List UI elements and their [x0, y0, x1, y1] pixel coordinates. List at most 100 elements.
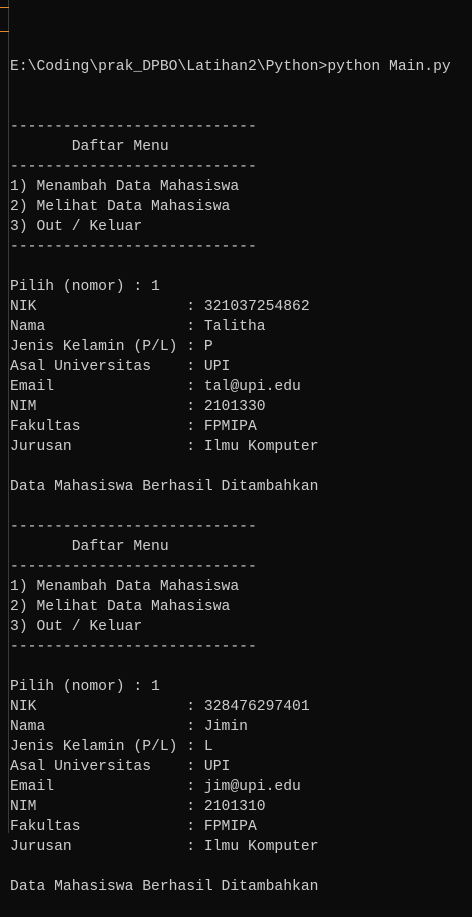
choice-prompt: Pilih (nomor) : — [10, 679, 152, 695]
field-label: Jurusan — [10, 839, 72, 855]
field-label: Jurusan — [10, 439, 72, 455]
menu-item: 1) Menambah Data Mahasiswa — [10, 577, 451, 597]
separator: ---------------------------- — [10, 119, 257, 135]
field-row: Email : tal@upi.edu — [10, 377, 451, 397]
menu-title: Daftar Menu — [71, 539, 169, 555]
field-row: Asal Universitas : UPI — [10, 357, 451, 377]
field-label: Nama — [10, 719, 46, 735]
success-text: Data Mahasiswa Berhasil Ditambahkan — [10, 479, 319, 495]
field-row: Email : jim@upi.edu — [10, 777, 451, 797]
success-message: Data Mahasiswa Berhasil Ditambahkan — [10, 877, 451, 897]
menu-item-label: 2) Melihat Data Mahasiswa — [10, 199, 231, 215]
pad: : — [71, 839, 204, 855]
pad: : — [54, 779, 204, 795]
command: python Main.py — [327, 59, 451, 75]
pad: : — [54, 379, 204, 395]
field-label: Nama — [10, 319, 46, 335]
field-row: Nama : Talitha — [10, 317, 451, 337]
menu-item-label: 1) Menambah Data Mahasiswa — [10, 179, 240, 195]
selection-marker — [0, 7, 9, 8]
field-label: Email — [10, 779, 55, 795]
field-row: NIK : 328476297401 — [10, 697, 451, 717]
menu-title: Daftar Menu — [10, 537, 451, 557]
field-row: Jenis Kelamin (P/L) : P — [10, 337, 451, 357]
separator: ---------------------------- — [10, 639, 257, 655]
field-value: UPI — [203, 359, 231, 375]
menu-item: 1) Menambah Data Mahasiswa — [10, 177, 451, 197]
pad: : — [71, 439, 204, 455]
separator: ---------------------------- — [10, 517, 451, 537]
field-row: NIM : 2101330 — [10, 397, 451, 417]
menu-item-label: 3) Out / Keluar — [10, 219, 143, 235]
field-value: jim@upi.edu — [203, 779, 301, 795]
separator: ---------------------------- — [10, 157, 451, 177]
choice-prompt: Pilih (nomor) : — [10, 279, 152, 295]
field-value: 2101310 — [203, 799, 266, 815]
menu-title: Daftar Menu — [71, 139, 169, 155]
pad: : — [45, 319, 204, 335]
field-value: FPMIPA — [203, 419, 257, 435]
success-text: Data Mahasiswa Berhasil Ditambahkan — [10, 879, 319, 895]
choice-line: Pilih (nomor) : 1 — [10, 277, 451, 297]
field-row: NIM : 2101310 — [10, 797, 451, 817]
field-value: UPI — [203, 759, 231, 775]
prompt: E:\Coding\prak_DPBO\Latihan2\Python> — [10, 59, 328, 75]
field-label: NIM — [10, 799, 37, 815]
menu-title: Daftar Menu — [10, 137, 451, 157]
separator: ---------------------------- — [10, 559, 257, 575]
choice-value: 1 — [151, 279, 160, 295]
field-label: Fakultas — [10, 419, 81, 435]
command-line: E:\Coding\prak_DPBO\Latihan2\Python>pyth… — [10, 57, 451, 77]
menu-item-label: 1) Menambah Data Mahasiswa — [10, 579, 240, 595]
separator: ---------------------------- — [10, 117, 451, 137]
choice-value: 1 — [151, 679, 160, 695]
separator: ---------------------------- — [10, 159, 257, 175]
field-value: 328476297401 — [203, 699, 310, 715]
field-row: Fakultas : FPMIPA — [10, 417, 451, 437]
menu-item: 3) Out / Keluar — [10, 217, 451, 237]
pad: : — [45, 719, 204, 735]
separator: ---------------------------- — [10, 557, 451, 577]
terminal-output[interactable]: E:\Coding\prak_DPBO\Latihan2\Python>pyth… — [10, 17, 451, 917]
field-row: Fakultas : FPMIPA — [10, 817, 451, 837]
field-value: 321037254862 — [203, 299, 310, 315]
pad: : — [36, 699, 204, 715]
field-value: Ilmu Komputer — [203, 839, 319, 855]
field-label: Asal Universitas — [10, 759, 152, 775]
field-value: Jimin — [203, 719, 248, 735]
pad: : — [36, 399, 204, 415]
pad: : — [36, 299, 204, 315]
field-row: NIK : 321037254862 — [10, 297, 451, 317]
field-label: Email — [10, 379, 55, 395]
field-label: NIK — [10, 699, 37, 715]
separator: ---------------------------- — [10, 637, 451, 657]
menu-item: 2) Melihat Data Mahasiswa — [10, 197, 451, 217]
field-value: P — [203, 339, 213, 355]
pad: : — [80, 419, 204, 435]
window-left-border — [8, 0, 9, 833]
menu-item: 2) Melihat Data Mahasiswa — [10, 597, 451, 617]
field-value: 2101330 — [203, 399, 266, 415]
success-message: Data Mahasiswa Berhasil Ditambahkan — [10, 477, 451, 497]
separator: ---------------------------- — [10, 519, 257, 535]
pad: : — [151, 759, 204, 775]
field-row: Jurusan : Ilmu Komputer — [10, 837, 451, 857]
field-value: tal@upi.edu — [203, 379, 301, 395]
field-row: Jurusan : Ilmu Komputer — [10, 437, 451, 457]
selection-marker — [0, 31, 9, 32]
field-label: Jenis Kelamin (P/L) — [10, 339, 178, 355]
pad: : — [151, 359, 204, 375]
choice-line: Pilih (nomor) : 1 — [10, 677, 451, 697]
separator: ---------------------------- — [10, 239, 257, 255]
field-row: Asal Universitas : UPI — [10, 757, 451, 777]
menu-item: 3) Out / Keluar — [10, 617, 451, 637]
field-value: Ilmu Komputer — [203, 439, 319, 455]
separator: ---------------------------- — [10, 237, 451, 257]
